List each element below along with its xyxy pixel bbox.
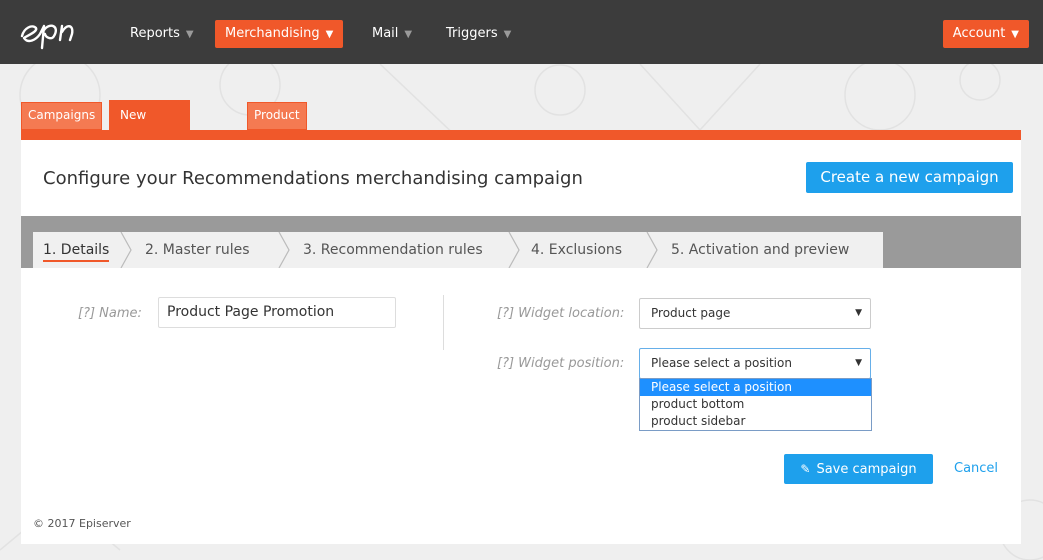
page-title: Configure your Recommendations merchandi… xyxy=(43,168,583,189)
save-campaign-label: Save campaign xyxy=(816,462,917,477)
campaign-name-input[interactable]: Product Page Promotion xyxy=(158,297,396,328)
step-bar: 1. Details 2. Master rules 3. Recommenda… xyxy=(21,216,1021,268)
dropdown-option-product-sidebar[interactable]: product sidebar xyxy=(640,413,871,430)
step-details-label: 1. Details xyxy=(43,242,110,262)
name-label: [?] Name: xyxy=(78,306,142,321)
step-exclusions[interactable]: 4. Exclusions xyxy=(531,232,622,268)
top-navigation: Reports ▼ Merchandising ▼ Mail ▼ Triggers ▼ … xyxy=(0,0,1043,64)
chevron-down-icon: ▼ xyxy=(404,29,413,40)
step-recommendation-rules[interactable]: 3. Recommendation rules xyxy=(303,232,483,268)
chevron-right-icon xyxy=(278,232,290,268)
create-campaign-button[interactable]: Create a new campaign xyxy=(806,162,1013,193)
chevron-down-icon: ▼ xyxy=(325,29,334,40)
episerver-logo[interactable] xyxy=(18,14,98,50)
widget-position-select[interactable]: Please select a position ▼ xyxy=(639,348,871,379)
widget-position-label: [?] Widget position: xyxy=(497,356,625,371)
step-activation-preview[interactable]: 5. Activation and preview xyxy=(671,232,849,268)
nav-merchandising-label: Merchandising xyxy=(225,26,320,41)
edit-icon: ✎ xyxy=(800,462,811,476)
nav-mail[interactable]: Mail ▼ xyxy=(362,20,422,48)
widget-location-value: Product page xyxy=(651,306,731,320)
widget-position-dropdown: Please select a position product bottom … xyxy=(639,378,872,431)
dropdown-option-select-position[interactable]: Please select a position xyxy=(640,379,871,396)
dropdown-option-product-bottom[interactable]: product bottom xyxy=(640,396,871,413)
widget-position-value: Please select a position xyxy=(651,356,792,370)
nav-reports-label: Reports xyxy=(130,26,180,41)
save-campaign-button[interactable]: ✎ Save campaign xyxy=(784,454,933,484)
wizard-steps: 1. Details 2. Master rules 3. Recommenda… xyxy=(33,232,883,268)
nav-reports[interactable]: Reports ▼ xyxy=(120,20,204,48)
chevron-down-icon: ▼ xyxy=(185,29,194,40)
tab-underline-bar xyxy=(21,130,1021,140)
chevron-down-icon: ▼ xyxy=(855,358,862,368)
nav-merchandising[interactable]: Merchandising ▼ xyxy=(215,20,344,48)
nav-mail-label: Mail xyxy=(372,26,399,41)
widget-location-select[interactable]: Product page ▼ xyxy=(639,298,871,329)
chevron-right-icon xyxy=(120,232,132,268)
campaign-form-card: Configure your Recommendations merchandi… xyxy=(21,140,1021,544)
cancel-link[interactable]: Cancel xyxy=(954,461,998,476)
widget-location-label: [?] Widget location: xyxy=(497,306,625,321)
footer-copyright: © 2017 Episerver xyxy=(33,517,131,530)
tab-product-sets[interactable]: Product sets xyxy=(247,102,307,146)
chevron-right-icon xyxy=(508,232,520,268)
form-divider xyxy=(443,295,444,350)
step-details[interactable]: 1. Details xyxy=(43,232,110,268)
chevron-down-icon: ▼ xyxy=(1011,29,1019,40)
chevron-right-icon xyxy=(646,232,658,268)
step-master-rules[interactable]: 2. Master rules xyxy=(145,232,250,268)
tab-campaigns[interactable]: Campaigns xyxy=(21,102,103,130)
chevron-down-icon: ▼ xyxy=(855,308,862,318)
nav-triggers[interactable]: Triggers ▼ xyxy=(436,20,521,48)
nav-triggers-label: Triggers xyxy=(446,26,498,41)
account-label: Account xyxy=(952,26,1006,41)
account-menu[interactable]: Account ▼ xyxy=(942,20,1029,48)
chevron-down-icon: ▼ xyxy=(503,29,512,40)
tab-new-campaign[interactable]: New campaign xyxy=(109,100,191,150)
